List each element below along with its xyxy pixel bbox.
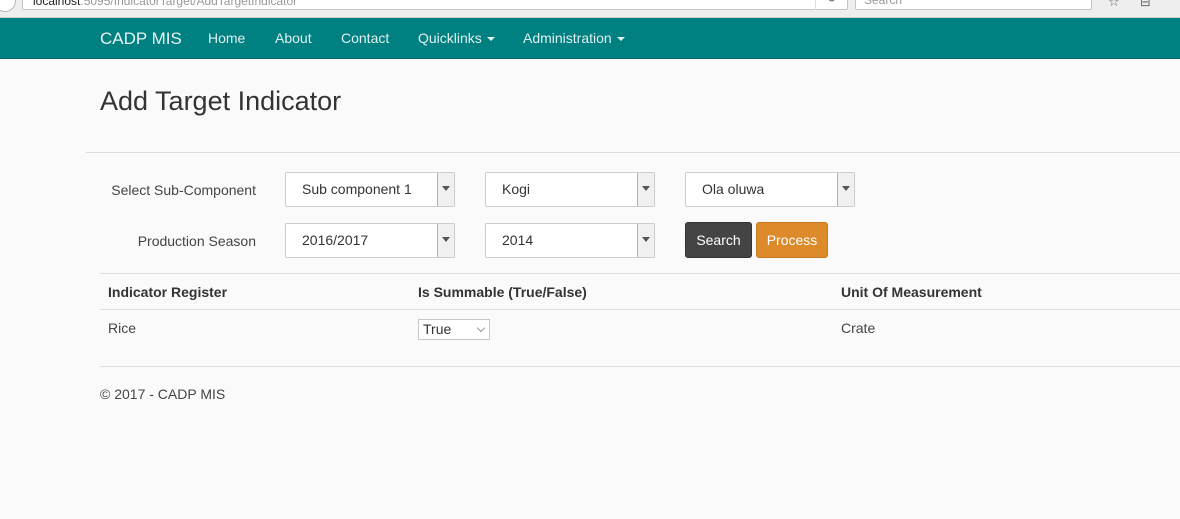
season-label: Production Season (137, 233, 256, 249)
column-header-summable: Is Summable (True/False) (418, 284, 587, 300)
nav-about[interactable]: About (275, 18, 312, 59)
nav-quicklinks-dropdown[interactable]: Quicklinks (418, 18, 495, 59)
table-top-border (100, 273, 1180, 274)
address-bar[interactable]: localhost:5095/IndicatorTarget/AddTarget… (22, 0, 848, 10)
nav-administration-label: Administration (523, 30, 612, 46)
nav-contact[interactable]: Contact (341, 18, 389, 59)
caret-down-icon (486, 37, 495, 42)
divider (86, 152, 1180, 153)
subcomponent-select[interactable]: Sub component 1 (285, 172, 455, 207)
year-select[interactable]: 2014 (485, 223, 655, 258)
bookmark-star-icon[interactable]: ☆ (1108, 0, 1120, 10)
reload-icon[interactable]: ↻ (815, 0, 847, 10)
url-host: localhost (33, 0, 81, 8)
caret-down-icon (616, 37, 625, 42)
season-select-value: 2016/2017 (302, 232, 369, 248)
chevron-down-icon (837, 173, 854, 206)
state-select-value: Kogi (502, 181, 531, 197)
top-navbar: CADP MIS Home About Contact Quicklinks A… (0, 18, 1180, 59)
back-button[interactable] (0, 0, 16, 12)
nav-administration-dropdown[interactable]: Administration (523, 18, 625, 59)
person-select-value: Ola oluwa (702, 181, 765, 197)
page-title: Add Target Indicator (100, 86, 342, 116)
brand-link[interactable]: CADP MIS (100, 18, 182, 59)
chevron-down-icon (437, 173, 454, 206)
state-select[interactable]: Kogi (485, 172, 655, 207)
subcomponent-label: Select Sub-Component (111, 182, 256, 198)
summable-select[interactable]: True (418, 319, 490, 340)
nav-home[interactable]: Home (208, 18, 245, 59)
year-select-value: 2014 (502, 232, 534, 248)
url-path: :5095/IndicatorTarget/AddTargetIndicator (80, 0, 298, 8)
search-button[interactable]: Search (685, 222, 752, 258)
browser-search-input[interactable]: Search (855, 0, 1092, 10)
chevron-down-icon (476, 323, 486, 333)
chevron-down-icon (437, 224, 454, 257)
season-select[interactable]: 2016/2017 (285, 223, 455, 258)
person-select[interactable]: Ola oluwa (685, 172, 855, 207)
library-icon[interactable]: ⊟ (1140, 0, 1151, 10)
chevron-down-icon (637, 224, 654, 257)
summable-select-value: True (423, 321, 452, 337)
browser-toolbar: localhost:5095/IndicatorTarget/AddTarget… (0, 0, 1180, 18)
chevron-down-icon (637, 173, 654, 206)
column-header-unit: Unit Of Measurement (841, 284, 982, 300)
table-header-border (100, 309, 1180, 310)
cell-indicator: Rice (108, 320, 137, 336)
footer-copyright: © 2017 - CADP MIS (100, 386, 226, 402)
cell-unit: Crate (841, 320, 876, 336)
subcomponent-select-value: Sub component 1 (302, 181, 412, 197)
column-header-indicator: Indicator Register (108, 284, 228, 300)
nav-quicklinks-label: Quicklinks (418, 30, 482, 46)
footer-divider (100, 366, 1180, 367)
process-button[interactable]: Process (756, 222, 828, 258)
